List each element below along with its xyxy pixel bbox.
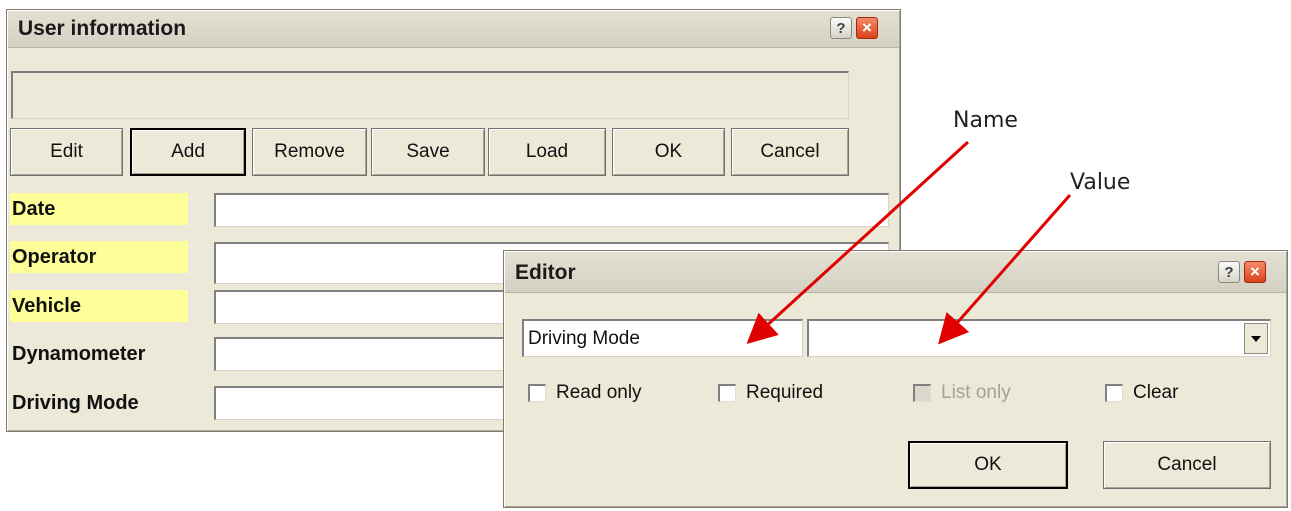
clear-label: Clear: [1133, 382, 1179, 403]
clear-checkbox[interactable]: Clear: [1105, 382, 1178, 404]
dropdown-arrow-icon[interactable]: [1244, 323, 1268, 354]
close-icon[interactable]: ×: [856, 17, 878, 39]
read-only-label: Read only: [556, 382, 642, 403]
remove-button[interactable]: Remove: [252, 128, 367, 176]
value-annotation: Value: [1070, 170, 1131, 195]
list-only-label: List only: [941, 382, 1011, 403]
editor-window: Editor ? × Driving Mode Read only Requir…: [503, 250, 1288, 508]
editor-cancel-button[interactable]: Cancel: [1103, 441, 1271, 489]
date-label: Date: [10, 193, 188, 225]
editor-help-label: ?: [1224, 263, 1234, 281]
help-icon[interactable]: ?: [830, 17, 852, 39]
editor-help-icon[interactable]: ?: [1218, 261, 1240, 283]
title-bar[interactable]: User information ? ×: [8, 11, 899, 48]
read-only-checkbox[interactable]: Read only: [528, 382, 642, 404]
help-button-label: ?: [836, 19, 846, 37]
editor-close-icon[interactable]: ×: [1244, 261, 1266, 283]
status-display: [11, 71, 849, 119]
list-only-checkbox-box: [913, 384, 931, 402]
cancel-button[interactable]: Cancel: [731, 128, 849, 176]
list-only-checkbox: List only: [913, 382, 1011, 404]
editor-title: Editor: [515, 261, 576, 284]
read-only-checkbox-box[interactable]: [528, 384, 546, 402]
vehicle-label: Vehicle: [10, 290, 188, 322]
clear-checkbox-box[interactable]: [1105, 384, 1123, 402]
add-button[interactable]: Add: [130, 128, 246, 176]
name-input[interactable]: Driving Mode: [522, 319, 803, 357]
edit-button[interactable]: Edit: [10, 128, 123, 176]
operator-label: Operator: [10, 241, 188, 273]
driving-mode-label: Driving Mode: [12, 391, 139, 414]
close-button-label: ×: [862, 18, 872, 37]
editor-close-label: ×: [1250, 262, 1260, 281]
save-button[interactable]: Save: [371, 128, 485, 176]
date-field[interactable]: [214, 193, 889, 227]
window-title: User information: [18, 17, 187, 40]
editor-ok-button[interactable]: OK: [908, 441, 1068, 489]
load-button[interactable]: Load: [488, 128, 606, 176]
required-checkbox-box[interactable]: [718, 384, 736, 402]
ok-button[interactable]: OK: [612, 128, 725, 176]
required-checkbox[interactable]: Required: [718, 382, 823, 404]
dynamometer-label: Dynamometer: [12, 342, 146, 365]
required-label: Required: [746, 382, 824, 403]
value-combobox[interactable]: [807, 319, 1271, 357]
name-annotation: Name: [953, 108, 1018, 133]
editor-title-bar[interactable]: Editor ? ×: [505, 252, 1286, 293]
